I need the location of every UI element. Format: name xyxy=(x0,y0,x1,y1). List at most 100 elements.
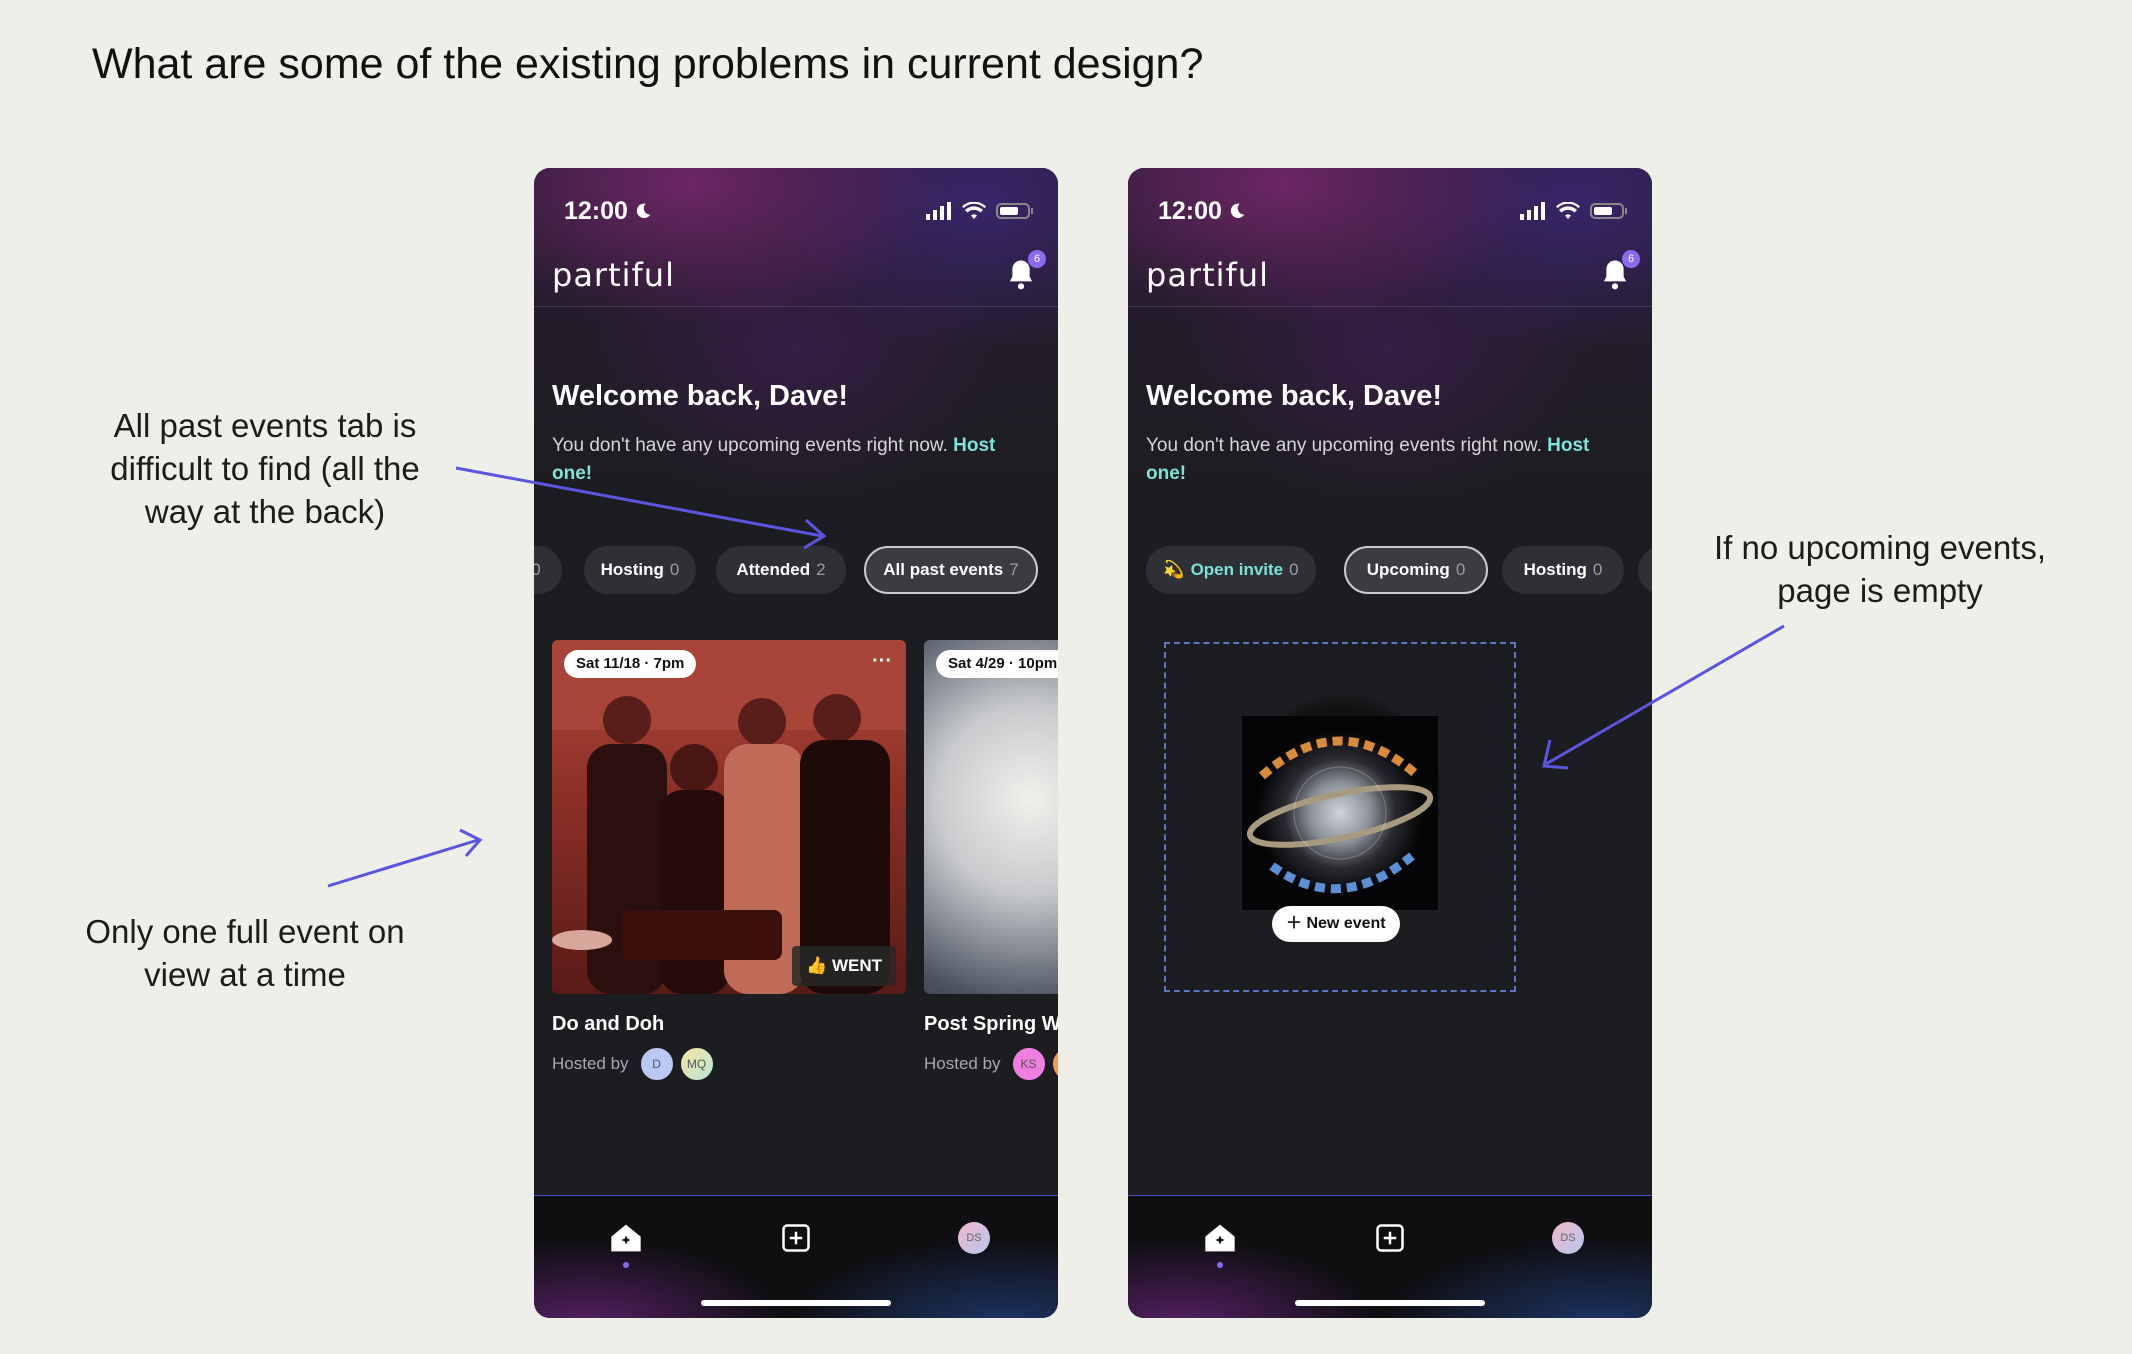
event-date-badge: Sat 4/29 · 10pm xyxy=(936,650,1058,678)
active-tab-indicator xyxy=(623,1262,629,1268)
status-bar: 12:00 xyxy=(564,196,1034,226)
chip-count: 7 xyxy=(1009,560,1019,579)
event-photo xyxy=(924,640,1058,994)
event-card[interactable]: Sat 11/18 · 7pm ··· 👍 WENT xyxy=(552,640,906,994)
home-icon xyxy=(1205,1224,1235,1252)
tab-home[interactable] xyxy=(606,1218,646,1268)
filter-chips: 💫 Open invite 0 Upcoming 0 Hosting 0 xyxy=(1128,546,1652,598)
chip-count: 0 xyxy=(1289,560,1299,579)
note-line: If no upcoming events, xyxy=(1713,529,2047,566)
host-avatar[interactable]: KS xyxy=(1010,1046,1047,1082)
header-divider xyxy=(534,306,1058,307)
app-header: partiful 6 xyxy=(552,250,1046,300)
wifi-icon xyxy=(962,202,986,219)
chip-label: Open invite xyxy=(1190,560,1284,579)
no-events-text: You don't have any upcoming events right… xyxy=(552,435,948,456)
note-line: view at a time xyxy=(144,956,346,993)
event-photo xyxy=(552,640,906,994)
app-header: partiful 6 xyxy=(1146,250,1640,300)
header-divider xyxy=(1128,306,1652,307)
add-square-icon xyxy=(782,1224,810,1252)
bottom-tab-bar: DS xyxy=(1128,1195,1652,1318)
notifications-button[interactable]: 6 xyxy=(1600,250,1640,292)
note-past-events-tab: All past events tab is difficult to find… xyxy=(60,404,470,533)
note-line: difficult to find (all the xyxy=(110,450,420,487)
hosted-by-label: Hosted by xyxy=(552,1054,629,1073)
event-title[interactable]: Do and Doh xyxy=(552,1013,664,1036)
note-line: page is empty xyxy=(1777,572,1983,609)
event-date-badge: Sat 11/18 · 7pm xyxy=(564,650,697,678)
host-avatar[interactable] xyxy=(1050,1046,1058,1082)
chip-count: 0 xyxy=(669,560,680,579)
wifi-icon xyxy=(1556,202,1580,219)
note-line: All past events tab is xyxy=(113,407,417,444)
profile-avatar: DS xyxy=(1552,1222,1584,1254)
home-indicator xyxy=(701,1300,891,1306)
tab-profile[interactable]: DS xyxy=(1548,1218,1588,1258)
chip-label: All past events xyxy=(883,560,1004,579)
chip-upcoming[interactable]: Upcoming 0 xyxy=(1344,546,1488,594)
chip-count: 0 xyxy=(1592,560,1603,579)
chip-count: 2 xyxy=(816,560,826,579)
event-card[interactable]: Sat 4/29 · 10pm xyxy=(924,640,1058,994)
chip-label: Upcoming xyxy=(1366,560,1450,579)
arrow-to-event-card xyxy=(327,828,483,888)
chip-count: 0 xyxy=(534,560,541,579)
status-time: 12:00 xyxy=(1158,197,1246,226)
partiful-logo[interactable]: partiful xyxy=(1146,256,1269,294)
rsvp-status-badge: 👍 WENT xyxy=(792,946,896,986)
event-hosts: Hosted by D MQ xyxy=(552,1046,715,1082)
slide-title: What are some of the existing problems i… xyxy=(92,40,1204,88)
hosted-by-label: Hosted by xyxy=(924,1054,1001,1073)
event-hosts: Hosted by KS xyxy=(924,1046,1058,1082)
profile-avatar: DS xyxy=(958,1222,990,1254)
chip-partial[interactable] xyxy=(1638,546,1652,594)
tab-home[interactable] xyxy=(1200,1218,1240,1268)
tab-profile[interactable]: DS xyxy=(954,1218,994,1258)
host-avatar[interactable]: D xyxy=(638,1046,675,1082)
chip-partial[interactable]: 0 xyxy=(534,546,562,594)
new-event-label: New event xyxy=(1306,915,1386,932)
new-event-button[interactable]: ＋ New event xyxy=(1272,906,1400,942)
phone-screen-past-events: 12:00 partiful 6 Welcome back, Dave! You… xyxy=(534,168,1058,1318)
bottom-tab-bar: DS xyxy=(534,1195,1058,1318)
signal-icon xyxy=(926,202,951,220)
system-icons xyxy=(926,202,1034,220)
moon-icon xyxy=(636,203,651,219)
moon-icon xyxy=(1230,203,1245,219)
notification-badge: 6 xyxy=(1622,250,1640,268)
event-title[interactable]: Post Spring We xyxy=(924,1013,1058,1036)
signal-icon xyxy=(1520,202,1545,220)
add-square-icon xyxy=(1376,1224,1404,1252)
disco-ball-icon xyxy=(1246,736,1434,894)
rsvp-label: WENT xyxy=(831,956,882,975)
welcome-heading: Welcome back, Dave! xyxy=(1146,380,1443,412)
sparkle-icon: 💫 xyxy=(1163,560,1185,579)
note-line: way at the back) xyxy=(144,493,386,530)
chip-hosting[interactable]: Hosting 0 xyxy=(584,546,696,594)
battery-icon xyxy=(996,203,1033,219)
no-events-message: You don't have any upcoming events right… xyxy=(552,432,1018,488)
note-line: Only one full event on xyxy=(85,913,405,950)
group-photo-illustration xyxy=(552,640,906,994)
host-avatar[interactable]: MQ xyxy=(678,1046,715,1082)
more-options-icon[interactable]: ··· xyxy=(872,650,892,673)
status-bar: 12:00 xyxy=(1158,196,1628,226)
annotation-arrows xyxy=(327,466,1785,888)
partiful-logo[interactable]: partiful xyxy=(552,256,675,294)
phone-screen-upcoming-empty: 12:00 partiful 6 Welcome back, Dave! You… xyxy=(1128,168,1652,1318)
chip-attended[interactable]: Attended 2 xyxy=(716,546,846,594)
plus-icon: ＋ xyxy=(1286,915,1303,932)
system-icons xyxy=(1520,202,1628,220)
notifications-button[interactable]: 6 xyxy=(1006,250,1046,292)
empty-state-placeholder[interactable]: ＋ New event xyxy=(1164,642,1516,992)
note-empty-page: If no upcoming events, page is empty xyxy=(1680,526,2080,612)
chip-hosting[interactable]: Hosting 0 xyxy=(1502,546,1624,594)
tab-create[interactable] xyxy=(1370,1218,1410,1258)
chip-open-invite[interactable]: 💫 Open invite 0 xyxy=(1146,546,1316,594)
welcome-heading: Welcome back, Dave! xyxy=(552,380,849,412)
chip-all-past-events[interactable]: All past events 7 xyxy=(864,546,1038,594)
tab-create[interactable] xyxy=(776,1218,816,1258)
battery-icon xyxy=(1590,203,1627,219)
no-events-text: You don't have any upcoming events right… xyxy=(1146,435,1542,456)
